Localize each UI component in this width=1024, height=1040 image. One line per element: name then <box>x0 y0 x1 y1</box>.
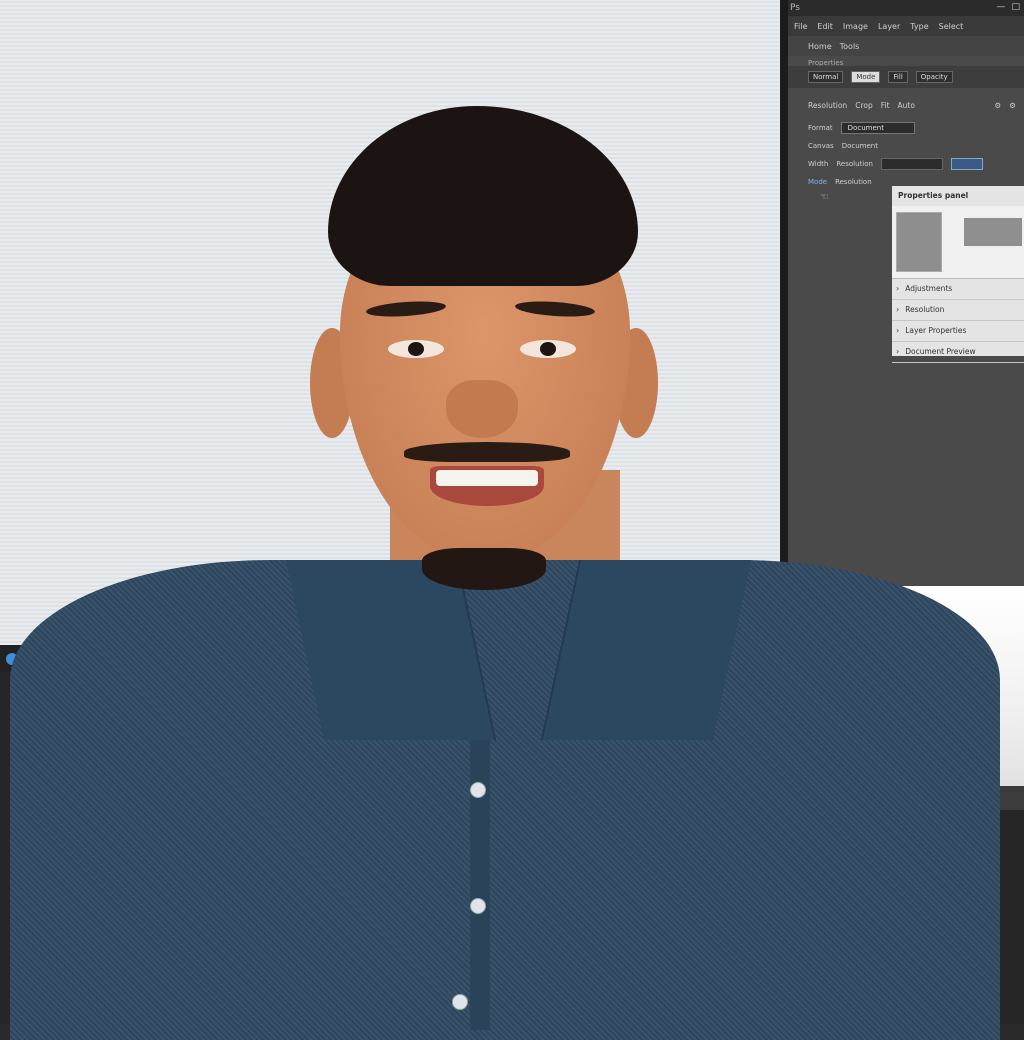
eye-right <box>520 340 576 358</box>
shirt-button <box>470 782 486 798</box>
hair <box>328 106 638 286</box>
nose <box>446 380 518 438</box>
shirt-button <box>470 898 486 914</box>
shirt-button <box>452 994 468 1010</box>
teeth <box>436 470 538 486</box>
portrait-person <box>0 0 1024 1040</box>
shirt <box>10 560 1000 1040</box>
goatee <box>422 548 546 590</box>
mustache <box>404 442 570 462</box>
eye-left <box>388 340 444 358</box>
smile <box>430 466 544 506</box>
